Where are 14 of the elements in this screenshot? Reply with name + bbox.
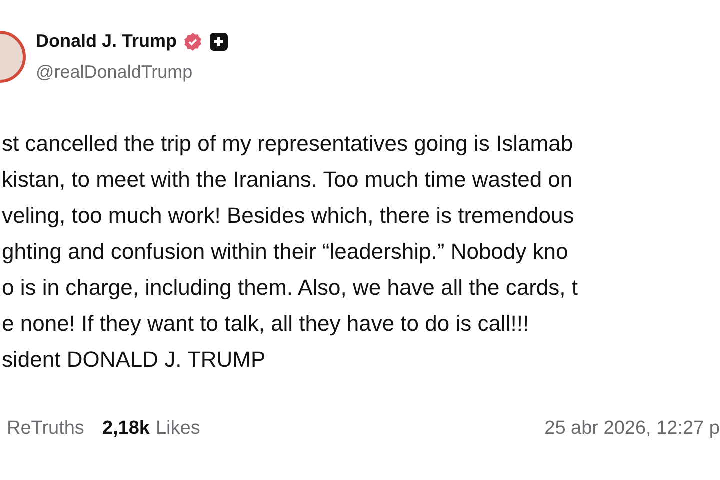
likes-label: Likes <box>156 417 200 441</box>
post-text-line: o is in charge, including them. Also, we have all the cards, t <box>2 274 579 302</box>
post-text-line: ghting and confusion within their “leadership.” Nobody kno <box>2 238 570 266</box>
post-timestamp: 25 abr 2026, 12:27 p <box>544 417 720 441</box>
post-text-line: sident DONALD J. TRUMP <box>2 346 267 374</box>
post-text-line: veling, too much work! Besides which, there is tremendous <box>2 202 576 230</box>
post-text-line: e none! If they want to talk, all they have to do is call!!! <box>2 310 530 338</box>
retruths-label: ReTruths <box>7 417 84 441</box>
post-text-line: kistan, to meet with the Iranians. Too much time wasted on <box>2 166 574 194</box>
author-name: Donald J. Trump <box>36 30 178 53</box>
post-text-line: st cancelled the trip of my representatives going is Islamab <box>2 130 574 158</box>
author-handle: @realDonaldTrump <box>36 61 194 84</box>
plus-badge-icon <box>209 32 230 52</box>
likes-count: 2,18k <box>102 417 150 441</box>
